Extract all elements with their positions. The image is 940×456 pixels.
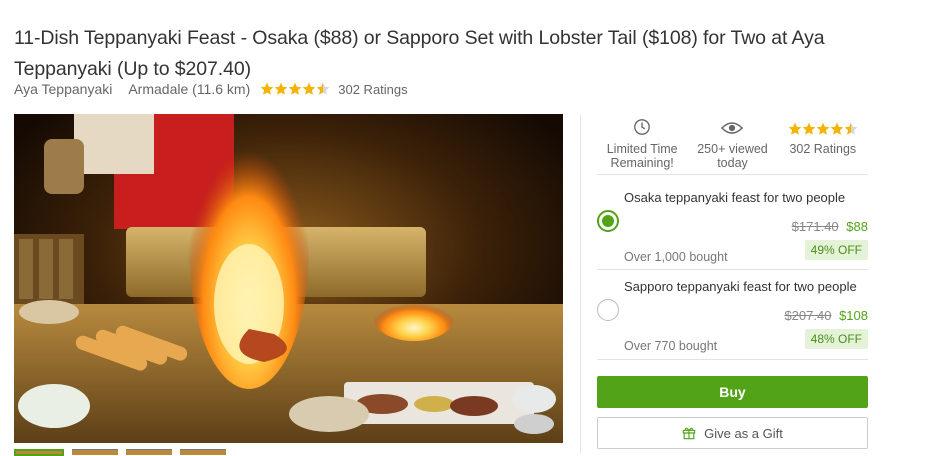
stat-viewed: 250+ viewed today <box>687 114 777 174</box>
star-icon <box>274 82 288 95</box>
option-name: Sapporo teppanyaki feast for two people <box>624 279 857 294</box>
viewed-line2: today <box>717 156 748 170</box>
star-icon <box>302 82 316 95</box>
eye-icon <box>721 122 744 134</box>
option-prices: $207.40 $108 <box>784 308 868 323</box>
deal-option-osaka[interactable]: Osaka teppanyaki feast for two people $1… <box>597 180 868 268</box>
option-prices: $171.40 $88 <box>792 219 868 234</box>
discount-badge: 48% OFF <box>804 329 868 349</box>
deal-title: 11-Dish Teppanyaki Feast - Osaka ($88) o… <box>14 27 825 81</box>
star-icon <box>830 122 844 135</box>
gallery-thumbnail[interactable] <box>14 449 64 456</box>
gallery-thumbnail[interactable] <box>126 449 172 455</box>
deal-option-sapporo[interactable]: Sapporo teppanyaki feast for two people … <box>597 269 868 357</box>
stat-stars <box>788 114 858 136</box>
teppanyaki-photo <box>14 114 563 443</box>
rating-stars[interactable] <box>260 82 330 96</box>
bought-count: Over 770 bought <box>624 339 718 353</box>
deal-stats: Limited Time Remaining! 250+ viewed toda… <box>597 114 868 174</box>
deal-meta: Aya Teppanyaki Armadale (11.6 km) 302 Ra… <box>14 79 408 99</box>
star-icon <box>788 122 802 135</box>
star-icon <box>802 122 816 135</box>
stat-ratings-label[interactable]: 302 Ratings <box>789 142 856 156</box>
limited-line1: Limited Time <box>606 142 678 156</box>
ratings-count[interactable]: 302 Ratings <box>338 82 407 97</box>
gallery-thumbnail[interactable] <box>180 449 226 455</box>
star-half-icon <box>316 82 330 95</box>
original-price: $171.40 <box>791 219 839 234</box>
deal-hero-image[interactable] <box>14 114 563 443</box>
bought-count: Over 1,000 bought <box>624 250 728 264</box>
original-price: $207.40 <box>784 308 832 323</box>
divider <box>597 174 868 175</box>
deal-price: $88 <box>846 219 868 234</box>
star-icon <box>288 82 302 95</box>
stat-ratings: 302 Ratings <box>778 114 868 174</box>
buy-button[interactable]: Buy <box>597 376 868 408</box>
deal-price: $108 <box>839 308 868 323</box>
discount-badge: 49% OFF <box>804 240 868 260</box>
option-radio-osaka[interactable] <box>597 210 619 232</box>
star-icon <box>260 82 274 95</box>
gallery-thumbnail[interactable] <box>72 449 118 455</box>
divider <box>580 114 581 454</box>
give-as-gift-button[interactable]: Give as a Gift <box>597 417 868 449</box>
option-name: Osaka teppanyaki feast for two people <box>624 190 846 205</box>
clock-icon <box>634 119 651 135</box>
option-radio-sapporo[interactable] <box>597 299 619 321</box>
viewed-line1: 250+ viewed <box>697 142 768 156</box>
gallery-thumbnails <box>14 449 226 456</box>
location-text: Armadale (11.6 km) <box>128 81 251 97</box>
gift-icon <box>682 427 696 440</box>
star-half-icon <box>844 122 858 135</box>
merchant-link[interactable]: Aya Teppanyaki <box>14 81 112 97</box>
limited-line2: Remaining! <box>610 156 674 170</box>
gift-label: Give as a Gift <box>704 425 783 441</box>
star-icon <box>816 122 830 135</box>
divider <box>597 359 868 360</box>
stat-limited-time: Limited Time Remaining! <box>597 114 687 174</box>
